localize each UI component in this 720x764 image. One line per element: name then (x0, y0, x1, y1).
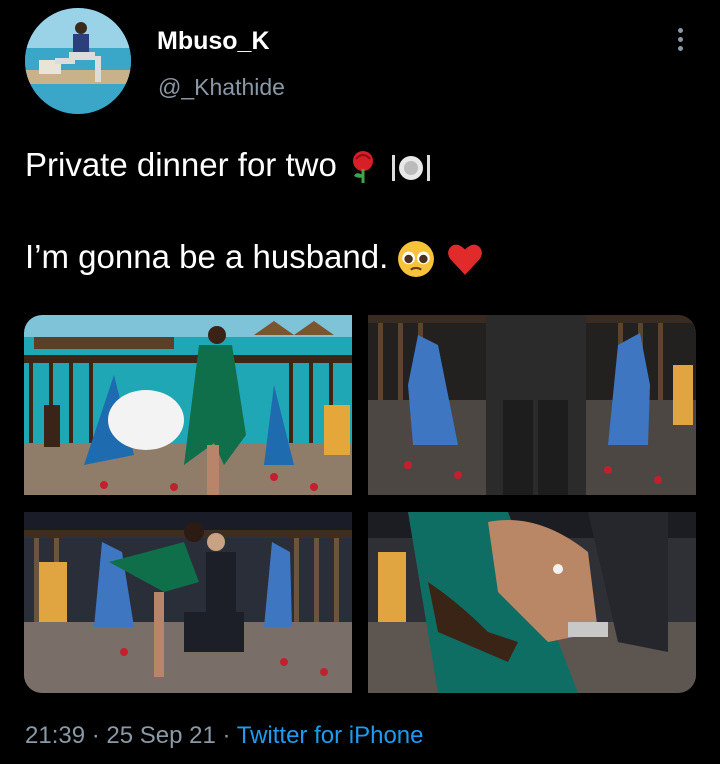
tweet-meta: 21:39 · 25 Sep 21 · Twitter for iPhone (25, 722, 423, 750)
tweet-time[interactable]: 21:39 (25, 722, 85, 749)
fork-knife-plate-emoji (392, 155, 431, 182)
photo-3[interactable] (24, 512, 352, 693)
rose-emoji (352, 151, 373, 184)
user-handle[interactable]: @_Khathide (158, 74, 285, 101)
tweet-text-line1-label: Private dinner for two (25, 146, 337, 183)
tweet-text-line2-label: I’m gonna be a husband. (25, 238, 389, 275)
tweet-text-line2: I’m gonna be a husband. (25, 238, 485, 278)
pleading-face-emoji (398, 241, 435, 278)
media-grid (24, 315, 696, 693)
photo-2[interactable] (368, 315, 696, 495)
photo-1[interactable] (24, 315, 352, 495)
tweet-date[interactable]: 25 Sep 21 (106, 722, 215, 749)
display-name[interactable]: Mbuso_K (157, 27, 270, 56)
meta-separator: · (215, 722, 237, 749)
photo-4[interactable] (368, 512, 696, 693)
avatar[interactable] (25, 8, 131, 114)
tweet-source-link[interactable]: Twitter for iPhone (237, 722, 424, 749)
tweet-text-line1: Private dinner for two (25, 146, 433, 185)
meta-separator: · (85, 722, 107, 749)
more-options-icon[interactable] (670, 28, 690, 54)
red-heart-emoji (447, 244, 482, 276)
